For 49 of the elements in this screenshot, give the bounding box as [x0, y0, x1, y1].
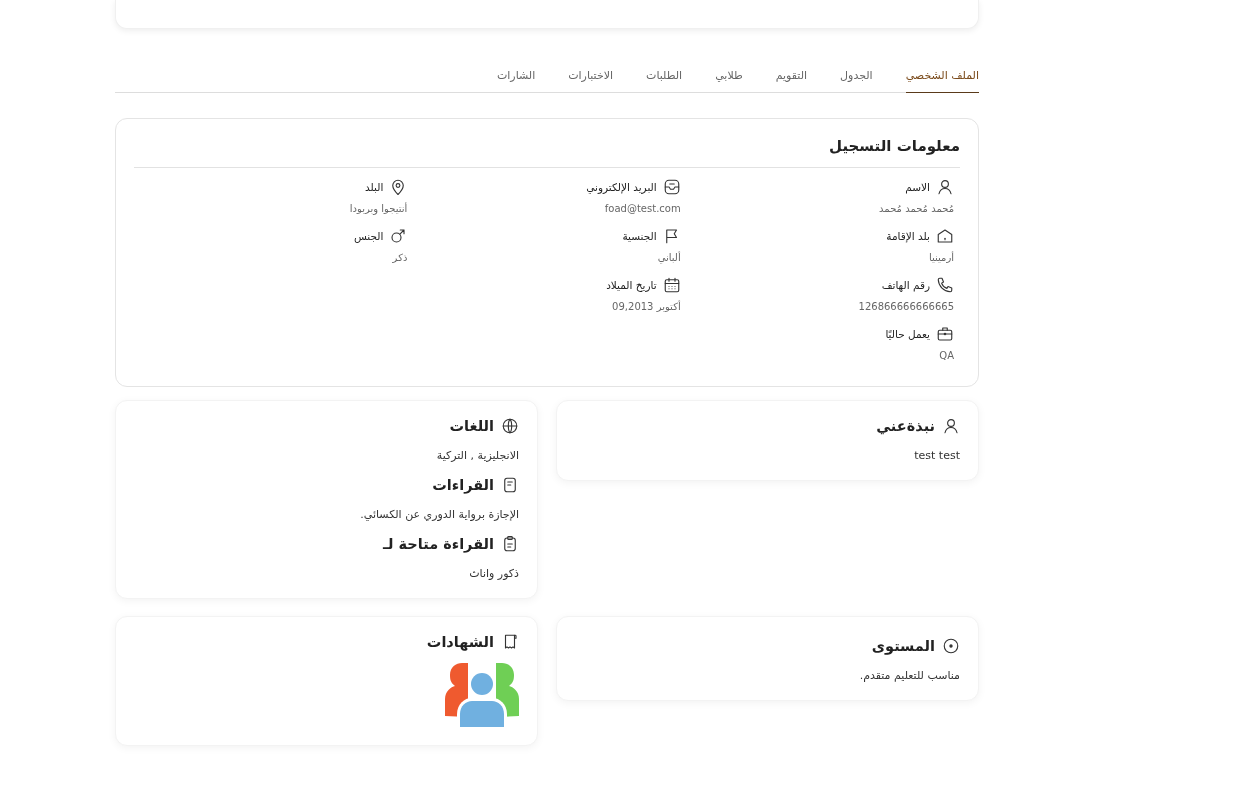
field-value: foad@test.com [603, 203, 681, 214]
field-value: 126866666666665 [857, 301, 954, 312]
profile-tab[interactable]: الطلبات [646, 65, 683, 93]
section-text: الإجازة برواية الدوري عن الكسائي. [359, 508, 519, 521]
level-text: مناسب للتعليم متقدم. [858, 669, 960, 682]
field-label: الجنس [352, 230, 384, 242]
section-title: الشهادات [426, 634, 494, 650]
profile-tab[interactable]: الاختبارات [568, 65, 614, 93]
profile-tab[interactable]: الجدول [840, 65, 873, 93]
field-label: الجنسية [621, 230, 657, 242]
calendar-icon [662, 276, 681, 294]
profile-tab[interactable]: الشارات [496, 65, 536, 93]
section-title: نبذةعني [876, 418, 935, 434]
profile-tab[interactable]: الملف الشخصي [905, 65, 979, 93]
field-label: رقم الهاتف [880, 279, 930, 291]
section-title: اللغات [449, 418, 494, 434]
profile-tab[interactable]: التقويم [775, 65, 808, 93]
field-label: البلد [364, 181, 384, 193]
about-text: test test [913, 449, 960, 462]
radio-circle-icon [942, 637, 960, 655]
clipboard-icon [501, 535, 519, 553]
section-text: الانجليزية , التركية [435, 449, 519, 462]
section-title: المستوى [871, 638, 935, 654]
globe-icon [501, 417, 519, 435]
field-label: البريد الإلكتروني [585, 181, 657, 193]
section-title: القراءات [432, 477, 494, 493]
person-icon [942, 417, 960, 435]
field-label: تاريخ الميلاد [605, 279, 657, 291]
field-value: أنتيجوا وبربودا [348, 203, 408, 214]
field-label: بلد الإقامة [885, 230, 930, 242]
card-title: معلومات التسجيل [828, 137, 960, 155]
inbox-icon [662, 178, 681, 196]
field-label: الاسم [904, 181, 930, 193]
section-title: القراءة متاحة لـ [383, 536, 494, 552]
phone-icon [936, 276, 954, 294]
field-value: ذكر [391, 252, 408, 263]
document-icon [501, 476, 519, 494]
briefcase-icon [936, 325, 954, 343]
field-value: مُحمد مُحمد مُحمد [878, 203, 954, 214]
profile-tab[interactable]: طلابي [715, 65, 743, 93]
field-value: أكتوبر 09,2013 [611, 301, 681, 312]
section-text: ذكور واناث [468, 567, 519, 580]
field-label: يعمل حاليًا [884, 328, 930, 340]
house-icon [936, 227, 954, 245]
field-value: QA [938, 350, 954, 361]
person-icon [936, 178, 954, 196]
field-value: ألباني [656, 252, 681, 263]
male-symbol-icon [389, 227, 408, 245]
field-value: أرمينيا [927, 252, 954, 263]
